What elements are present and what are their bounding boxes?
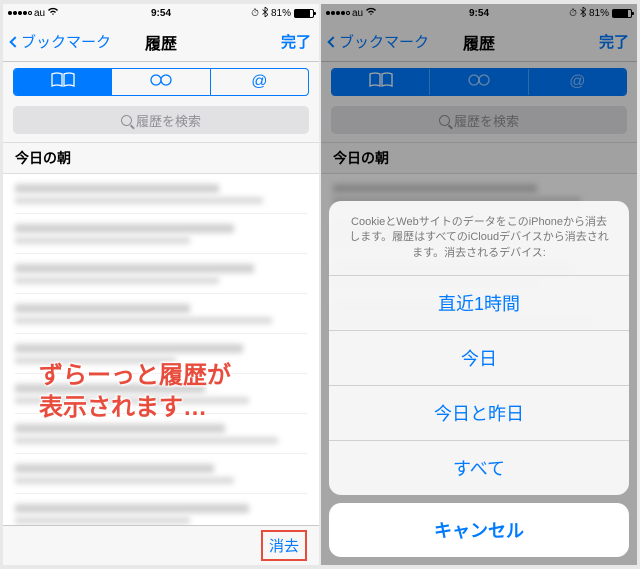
tab-reading-list[interactable] [430,69,528,95]
nav-bar: ブックマーク 履歴 完了 [321,22,637,62]
list-item[interactable] [15,214,307,254]
battery-icon [612,9,632,18]
glasses-icon [148,72,174,93]
status-time: 9:54 [469,8,489,19]
status-left: au [326,7,377,19]
action-sheet: CookieとWebサイトのデータをこのiPhoneから消去します。履歴はすべて… [329,201,629,557]
phone-screen-left: au 9:54 ⏱ 81% ブックマーク 履歴 完了 [3,4,319,565]
carrier-label: au [34,8,45,19]
book-icon [50,72,76,93]
nav-bar: ブックマーク 履歴 完了 [3,22,319,62]
segmented-control: @ [13,68,309,96]
tab-bookmarks[interactable] [332,69,430,95]
search-icon [121,115,132,126]
list-item[interactable] [15,494,307,525]
list-item[interactable] [15,454,307,494]
battery-pct: 81% [589,8,609,19]
book-icon [368,72,394,93]
chevron-left-icon [327,36,338,47]
done-button[interactable]: 完了 [599,31,629,52]
sheet-message: CookieとWebサイトのデータをこのiPhoneから消去します。履歴はすべて… [329,201,629,276]
done-button[interactable]: 完了 [281,31,311,52]
back-button[interactable]: ブックマーク [329,31,429,52]
history-list: 今日の朝 ずらーっと履歴が 表示されます… [3,142,319,525]
status-right: ⏱ 81% [569,7,632,20]
section-header: 今日の朝 [3,142,319,174]
carrier-label: au [352,8,363,19]
back-button[interactable]: ブックマーク [11,31,111,52]
sheet-options: CookieとWebサイトのデータをこのiPhoneから消去します。履歴はすべて… [329,201,629,495]
search-input[interactable]: 履歴を検索 [13,106,309,134]
wifi-icon [47,7,59,19]
glasses-icon [466,72,492,93]
tab-shared-links[interactable]: @ [529,69,626,95]
at-icon: @ [251,73,267,91]
back-label: ブックマーク [339,31,429,52]
clear-all-button[interactable]: すべて [329,441,629,495]
bottom-toolbar: 消去 [3,525,319,565]
segmented-control: @ [331,68,627,96]
list-item[interactable] [15,294,307,334]
phone-screen-right: au 9:54 ⏱ 81% ブックマーク 履歴 完了 [321,4,637,565]
list-item[interactable] [15,414,307,454]
alarm-icon: ⏱ [569,8,577,19]
signal-dots [326,11,350,15]
bluetooth-icon [262,7,268,20]
list-item[interactable] [15,174,307,214]
tab-shared-links[interactable]: @ [211,69,308,95]
alarm-icon: ⏱ [251,8,259,19]
status-bar: au 9:54 ⏱ 81% [321,4,637,22]
battery-pct: 81% [271,8,291,19]
status-bar: au 9:54 ⏱ 81% [3,4,319,22]
search-icon [439,115,450,126]
back-label: ブックマーク [21,31,111,52]
signal-dots [8,11,32,15]
clear-today-yesterday-button[interactable]: 今日と昨日 [329,386,629,441]
status-right: ⏱ 81% [251,7,314,20]
tab-reading-list[interactable] [112,69,210,95]
section-header: 今日の朝 [321,142,637,174]
list-item[interactable] [15,374,307,414]
wifi-icon [365,7,377,19]
clear-button[interactable]: 消去 [261,530,307,561]
status-time: 9:54 [151,8,171,19]
at-icon: @ [569,73,585,91]
tab-bookmarks[interactable] [14,69,112,95]
list-item[interactable] [15,334,307,374]
list-rows [3,174,319,525]
page-title: 履歴 [145,30,177,54]
clear-today-button[interactable]: 今日 [329,331,629,386]
chevron-left-icon [9,36,20,47]
clear-last-hour-button[interactable]: 直近1時間 [329,276,629,331]
search-input[interactable]: 履歴を検索 [331,106,627,134]
battery-icon [294,9,314,18]
search-placeholder: 履歴を検索 [454,111,519,130]
status-left: au [8,7,59,19]
bluetooth-icon [580,7,586,20]
page-title: 履歴 [463,30,495,54]
list-item[interactable] [15,254,307,294]
cancel-button[interactable]: キャンセル [329,503,629,557]
search-placeholder: 履歴を検索 [136,111,201,130]
